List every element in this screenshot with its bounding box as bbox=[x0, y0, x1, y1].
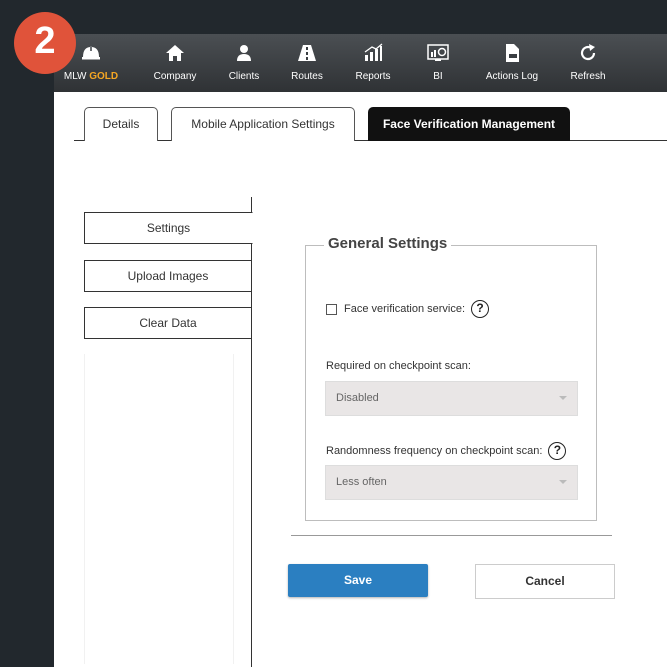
cancel-button[interactable]: Cancel bbox=[475, 564, 615, 599]
nav-company-label: Company bbox=[153, 71, 197, 82]
nav-refresh[interactable]: Refresh bbox=[564, 34, 612, 92]
tab-face-verification-management[interactable]: Face Verification Management bbox=[368, 107, 570, 141]
bar-chart-icon bbox=[364, 43, 383, 61]
help-icon[interactable]: ? bbox=[471, 300, 490, 318]
nav-company[interactable]: Company bbox=[147, 34, 203, 92]
sidebar-panel bbox=[84, 354, 234, 664]
nav-bi[interactable]: BI bbox=[420, 34, 456, 92]
nav-reports[interactable]: Reports bbox=[348, 34, 398, 92]
face-verification-row: Face verification service: ? bbox=[326, 300, 490, 318]
general-settings-title: General Settings bbox=[324, 235, 452, 252]
chevron-down-icon bbox=[559, 480, 567, 484]
face-verification-checkbox[interactable] bbox=[326, 303, 337, 315]
required-on-scan-label: Required on checkpoint scan: bbox=[326, 360, 471, 372]
randomness-label: Randomness frequency on checkpoint scan: bbox=[326, 445, 543, 457]
randomness-value: Less often bbox=[336, 476, 387, 488]
chevron-down-icon bbox=[559, 396, 567, 400]
nav-clients[interactable]: Clients bbox=[219, 34, 269, 92]
road-icon bbox=[298, 45, 316, 61]
refresh-icon bbox=[580, 44, 596, 61]
sidebar-item-settings[interactable]: Settings bbox=[84, 212, 253, 244]
nav-actions-log-label: Actions Log bbox=[485, 71, 539, 82]
left-frame bbox=[0, 0, 54, 667]
helmet-icon bbox=[82, 46, 100, 60]
brand-highlight: GOLD bbox=[89, 71, 119, 82]
top-frame bbox=[0, 0, 667, 34]
step-number-badge: 2 bbox=[14, 12, 76, 74]
main-content: Details Mobile Application Settings Face… bbox=[54, 92, 667, 667]
nav-clients-label: Clients bbox=[228, 71, 260, 82]
nav-routes-label: Routes bbox=[291, 71, 323, 82]
log-document-icon bbox=[506, 44, 519, 62]
required-on-scan-select[interactable]: Disabled bbox=[325, 381, 578, 416]
tab-details[interactable]: Details bbox=[84, 107, 158, 141]
sidebar-item-clear-data[interactable]: Clear Data bbox=[84, 307, 252, 339]
home-icon bbox=[166, 45, 184, 61]
brand-prefix: MLW bbox=[63, 71, 87, 82]
nav-refresh-label: Refresh bbox=[570, 71, 606, 82]
user-icon bbox=[237, 45, 251, 61]
nav-routes[interactable]: Routes bbox=[282, 34, 332, 92]
nav-actions-log[interactable]: Actions Log bbox=[477, 34, 547, 92]
face-verification-label: Face verification service: bbox=[344, 303, 466, 315]
sidebar-item-upload-images[interactable]: Upload Images bbox=[84, 260, 252, 292]
nav-reports-label: Reports bbox=[355, 71, 391, 82]
help-icon[interactable]: ? bbox=[548, 442, 567, 460]
nav-bi-label: BI bbox=[433, 71, 443, 82]
required-on-scan-value: Disabled bbox=[336, 392, 379, 404]
dashboard-icon bbox=[427, 44, 449, 61]
form-divider bbox=[291, 535, 612, 536]
tab-mobile-application-settings[interactable]: Mobile Application Settings bbox=[171, 107, 355, 141]
randomness-select[interactable]: Less often bbox=[325, 465, 578, 500]
top-navbar: MLW GOLD Company Clients Routes Reports … bbox=[54, 34, 667, 92]
save-button[interactable]: Save bbox=[288, 564, 428, 597]
randomness-label-row: Randomness frequency on checkpoint scan:… bbox=[326, 442, 567, 460]
